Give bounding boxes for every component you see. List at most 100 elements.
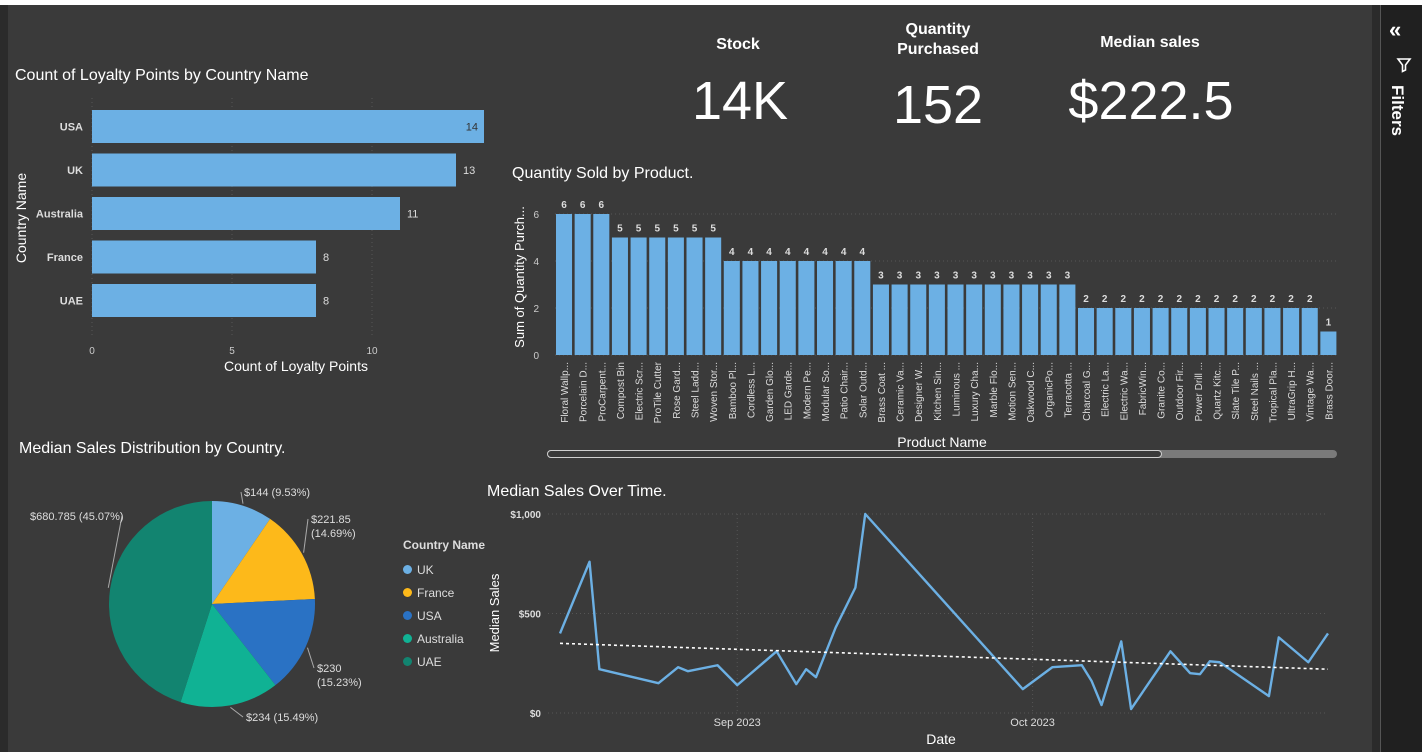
y-tick-label: USA	[60, 122, 83, 134]
x-tick-label: Garden Glo...	[765, 362, 776, 422]
data-label: 6	[580, 200, 586, 211]
x-tick-label: Patio Chair...	[840, 362, 851, 419]
bar	[611, 237, 628, 355]
data-label: 8	[323, 296, 329, 308]
data-label: 2	[1307, 294, 1313, 305]
y-axis-title: Country Name	[13, 173, 29, 263]
data-label: 3	[971, 271, 977, 282]
label-leader-line	[307, 647, 315, 669]
label-leader-line	[230, 706, 244, 718]
data-label: 2	[1176, 294, 1182, 305]
filters-label-wrap[interactable]: Filters	[1383, 85, 1419, 155]
bar	[1301, 308, 1318, 355]
bar	[649, 237, 666, 355]
x-tick-label: 10	[366, 346, 378, 357]
kpi-quantity-label-line2: Purchased	[897, 41, 979, 58]
median-sales-line-chart: $0 $500 $1,000 Sep 2023 Oct 2023 Date Median S…	[487, 510, 1329, 747]
product-chart-scrollbar[interactable]	[547, 450, 1337, 458]
data-label: 2	[1251, 294, 1257, 305]
x-tick-label: LED Garde...	[784, 362, 795, 420]
x-tick-label: Brass Door...	[1324, 362, 1335, 420]
data-label: 1	[1326, 318, 1332, 329]
data-label: 3	[878, 271, 884, 282]
slice-label: $221.85	[311, 514, 351, 526]
x-tick-label: Tropical Pla...	[1268, 362, 1279, 423]
y-tick-label: Australia	[36, 209, 84, 221]
bar	[593, 214, 610, 355]
scrollbar-thumb[interactable]	[547, 450, 1162, 458]
x-tick-label: FabricWin...	[1138, 362, 1149, 415]
x-axis-title: Count of Loyalty Points	[224, 358, 368, 374]
filters-pane[interactable]: « Filters	[1380, 5, 1422, 752]
x-tick-label: OrganicPo...	[1045, 362, 1056, 418]
x-tick-label: 5	[229, 346, 235, 357]
legend-dot-icon	[403, 634, 412, 643]
data-label: 5	[636, 224, 642, 235]
bar	[891, 284, 908, 355]
legend-label: UAE	[417, 654, 442, 669]
median-sales-line	[558, 512, 1329, 711]
data-label: 3	[915, 271, 921, 282]
data-label: 3	[953, 271, 959, 282]
legend-dot-icon	[403, 657, 412, 666]
double-chevron-left-icon[interactable]: «	[1389, 17, 1401, 43]
bar	[556, 214, 573, 355]
bar	[928, 284, 945, 355]
data-label: 5	[692, 224, 698, 235]
y-tick-label: UAE	[60, 296, 83, 308]
data-label: 3	[990, 271, 996, 282]
y-tick-label: UK	[67, 165, 83, 177]
data-label: 3	[1027, 271, 1033, 282]
bar	[1227, 308, 1244, 355]
y-tick-label: France	[47, 252, 83, 264]
label-leader-line	[240, 491, 244, 504]
x-tick-label: ProCarpent...	[597, 362, 608, 421]
bar	[947, 284, 964, 355]
right-edge	[1372, 5, 1380, 752]
kpi-quantity-label: Quantity Purchased	[868, 20, 1008, 60]
loyalty-chart-title: Count of Loyalty Points by Country Name	[15, 67, 309, 84]
y-tick-label: 2	[533, 304, 539, 315]
data-label: 8	[323, 252, 329, 264]
bar	[1320, 331, 1337, 355]
bar	[835, 261, 852, 355]
pie-chart-title: Median Sales Distribution by Country.	[19, 440, 286, 457]
x-tick-label: Outdoor Fir...	[1175, 362, 1186, 420]
x-tick-label: Oakwood C...	[1026, 362, 1037, 423]
data-label: 4	[766, 247, 772, 258]
trend-line	[559, 642, 1329, 671]
slice-label: $230	[317, 663, 341, 675]
data-label: 3	[1009, 271, 1015, 282]
data-label: 4	[860, 247, 866, 258]
x-tick-label: Cordless L...	[746, 362, 757, 418]
x-tick-label: Marble Flo...	[989, 362, 1000, 418]
x-tick-label: Electric Scr...	[635, 362, 646, 420]
data-label: 2	[1270, 294, 1276, 305]
bar	[1283, 308, 1300, 355]
bar	[1133, 308, 1150, 355]
bar	[92, 153, 456, 187]
data-label: 13	[463, 165, 475, 177]
legend-label: France	[417, 585, 455, 600]
bar	[1189, 308, 1206, 355]
data-label: 2	[1102, 294, 1108, 305]
bar	[1152, 308, 1169, 355]
bar	[630, 237, 647, 355]
product-chart-title: Quantity Sold by Product.	[512, 165, 694, 182]
bar	[1115, 308, 1132, 355]
data-label: 6	[599, 200, 605, 211]
y-axis-title: Median Sales	[487, 573, 502, 652]
data-label: 2	[1288, 294, 1294, 305]
data-label: 5	[617, 224, 623, 235]
legend-dot-icon	[403, 588, 412, 597]
legend-dot-icon	[403, 611, 412, 620]
data-label: 2	[1232, 294, 1238, 305]
data-label: 5	[673, 224, 679, 235]
x-tick-label: Charcoal G...	[1082, 362, 1093, 421]
data-label: 3	[1065, 271, 1071, 282]
legend-dot-icon	[403, 565, 412, 574]
filters-label: Filters	[1388, 85, 1407, 137]
data-label: 4	[785, 247, 791, 258]
x-tick-label: Kitchen Sin...	[933, 362, 944, 421]
kpi-median-label: Median sales	[1100, 34, 1200, 51]
